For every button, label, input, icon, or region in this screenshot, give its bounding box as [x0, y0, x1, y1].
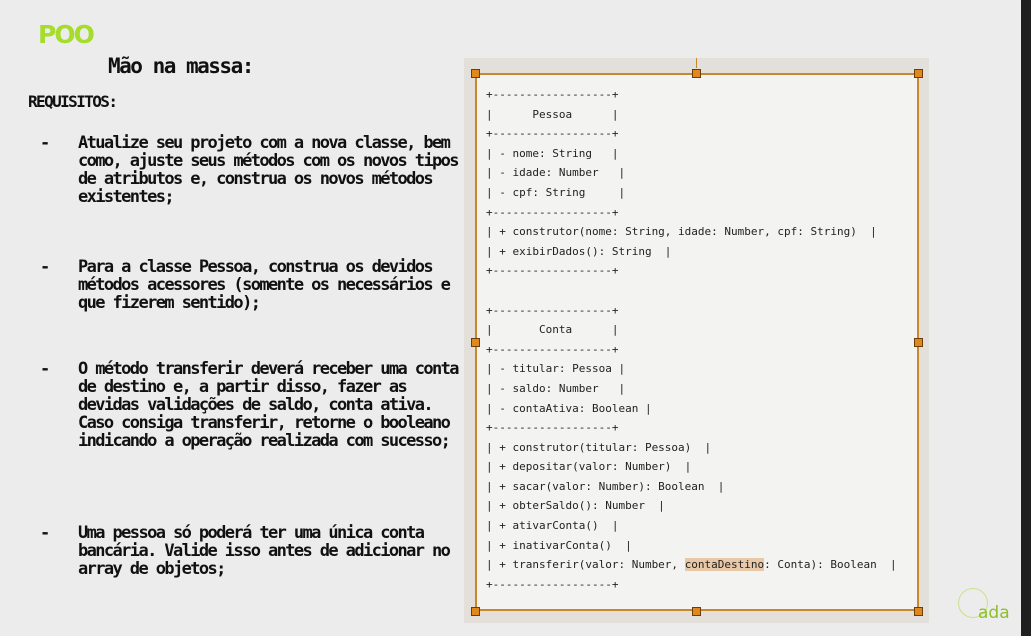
uml-line: +------------------+ — [486, 342, 619, 356]
uml-line: | + ativarConta() | — [486, 519, 619, 533]
bullet-marker: - — [40, 257, 50, 277]
highlighted-param: contaDestino — [684, 558, 765, 572]
uml-line: +------------------+ — [486, 264, 619, 278]
uml-line-transferir: | + transferir(valor: Number, contaDesti… — [486, 558, 897, 572]
resize-handle-bottom-left[interactable] — [471, 607, 480, 616]
uml-line: | + construtor(nome: String, idade: Numb… — [486, 225, 877, 239]
requirement-text: O método transferir deverá receber uma c… — [78, 359, 460, 451]
uml-line: +------------------+ — [486, 205, 619, 219]
rotate-handle-line — [696, 58, 697, 68]
uml-line: | Pessoa | — [486, 107, 619, 121]
uml-line: | + obterSaldo(): Number | — [486, 499, 665, 513]
resize-handle-top-right[interactable] — [914, 69, 923, 78]
requirement-item: - Atualize seu projeto com a nova classe… — [40, 133, 460, 207]
requirement-text: Para a classe Pessoa, construa os devido… — [78, 257, 451, 313]
slide-title: POO — [38, 20, 95, 49]
uml-line: | + exibirDados(): String | — [486, 244, 672, 258]
resize-handle-top-left[interactable] — [471, 69, 480, 78]
requirements-heading: REQUISITOS: — [28, 92, 118, 111]
ada-logo-text: ada — [978, 603, 1010, 623]
uml-line: +------------------+ — [486, 421, 619, 435]
slide-subtitle: Mão na massa: — [108, 54, 254, 78]
uml-line: | - saldo: Number | — [486, 381, 626, 395]
uml-line-prefix: | + transferir(valor: Number, — [486, 558, 685, 572]
resize-handle-bottom-right[interactable] — [914, 607, 923, 616]
uml-line: +------------------+ — [486, 577, 619, 591]
uml-line: | - contaAtiva: Boolean | — [486, 401, 652, 415]
uml-line-suffix: : Conta): Boolean | — [764, 558, 897, 572]
uml-line: +------------------+ — [486, 303, 619, 317]
requirement-item: - Uma pessoa só poderá ter uma única con… — [40, 524, 458, 578]
resize-handle-bottom[interactable] — [692, 607, 701, 616]
resize-handle-top[interactable] — [692, 69, 701, 78]
requirement-text: Atualize seu projeto com a nova classe, … — [78, 133, 460, 207]
uml-line: | Conta | — [486, 323, 619, 337]
uml-line: +------------------+ — [486, 88, 619, 101]
uml-line: | - titular: Pessoa | — [486, 362, 626, 376]
uml-line: | - cpf: String | — [486, 185, 626, 199]
uml-class-diagram: +------------------+ | Pessoa | +-------… — [486, 85, 897, 594]
bullet-marker: - — [40, 133, 50, 153]
resize-handle-left[interactable] — [471, 338, 480, 347]
bullet-marker: - — [40, 359, 50, 379]
uml-line: | + inativarConta() | — [486, 538, 632, 552]
resize-handle-right[interactable] — [914, 338, 923, 347]
right-edge-strip — [1021, 0, 1031, 636]
bullet-marker: - — [40, 523, 50, 543]
uml-line: | + depositar(valor: Number) | — [486, 460, 692, 474]
uml-line: | - idade: Number | — [486, 166, 626, 180]
uml-line: | - nome: String | — [486, 146, 619, 160]
requirement-item: - Para a classe Pessoa, construa os devi… — [40, 258, 458, 312]
requirement-item: - O método transferir deverá receber uma… — [40, 359, 460, 451]
uml-line: | + construtor(titular: Pessoa) | — [486, 440, 712, 454]
uml-line: +------------------+ — [486, 127, 619, 141]
requirement-text: Uma pessoa só poderá ter uma única conta… — [78, 523, 451, 579]
uml-line: | + sacar(valor: Number): Boolean | — [486, 479, 725, 493]
